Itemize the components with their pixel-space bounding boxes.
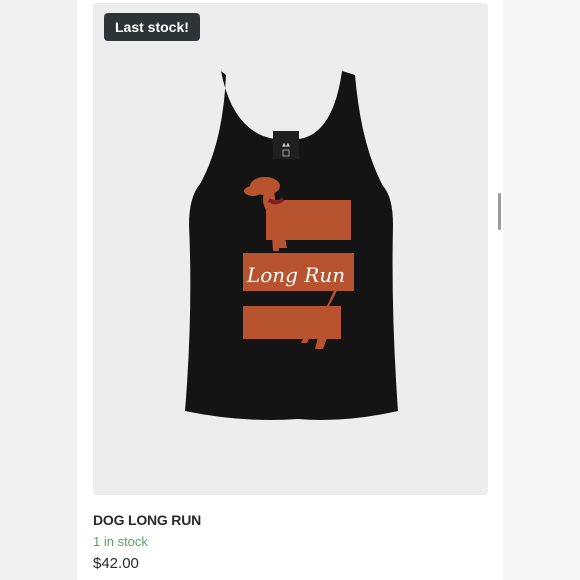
- product-price: $42.00: [93, 555, 139, 572]
- tank-top-image: ▲▲ Long Run: [185, 71, 398, 420]
- stock-status: 1 in stock: [93, 534, 148, 549]
- long-run-text: Long Run: [246, 263, 345, 287]
- product-image[interactable]: Last stock! ▲▲ Long Run: [93, 3, 488, 495]
- left-gutter: [0, 0, 77, 580]
- svg-text:▲▲: ▲▲: [282, 142, 290, 148]
- tank-top-shape: [185, 71, 398, 420]
- product-title[interactable]: DOG LONG RUN: [93, 512, 201, 528]
- last-stock-badge: Last stock!: [104, 13, 200, 41]
- product-card[interactable]: Last stock! ▲▲ Long Run DOG LONG RUN 1 i…: [77, 0, 503, 580]
- scrollbar-thumb[interactable]: [498, 193, 501, 230]
- right-gutter: [503, 0, 580, 580]
- page: Last stock! ▲▲ Long Run DOG LONG RUN 1 i…: [0, 0, 580, 580]
